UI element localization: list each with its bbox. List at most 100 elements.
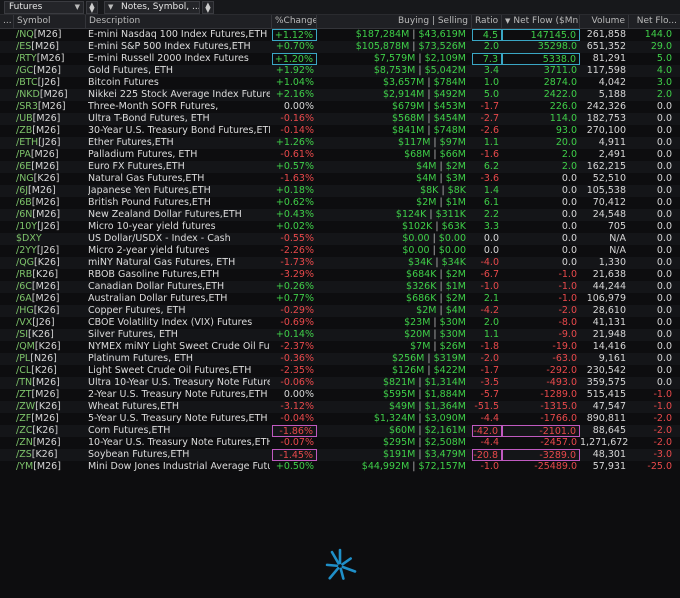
buying-value: $126M — [392, 365, 425, 376]
header-volume[interactable]: Volume — [580, 15, 629, 28]
selling-value: $0.00 — [438, 245, 466, 256]
notes-symbol-field[interactable]: ▼ Notes, Symbol, ... — [104, 1, 200, 14]
symbol-cell[interactable]: /ZC[K26] — [16, 425, 86, 437]
symbol-cell[interactable]: /ZT[M26] — [16, 389, 86, 401]
buying-selling-cell: $2,914M | $492M — [317, 89, 472, 101]
symbol-cell[interactable]: /GC[M26] — [16, 65, 86, 77]
contract-code: [M26] — [33, 65, 61, 76]
table-row[interactable]: /6E[M26] Euro FX Futures,ETH +0.57% $4M | $… — [0, 161, 680, 173]
table-row[interactable]: /ZS[K26] Soybean Futures,ETH -1.45% $191M |… — [0, 449, 680, 461]
separator: | — [415, 449, 425, 460]
table-row[interactable]: /NQ[M26] E-mini Nasdaq 100 Index Futures,… — [0, 29, 680, 41]
table-row[interactable]: /ZT[M26] 2-Year U.S. Treasury Note Future… — [0, 389, 680, 401]
symbol-cell[interactable]: /ZB[M26] — [16, 125, 86, 137]
symbol-cell[interactable]: $DXY — [16, 233, 86, 245]
header-buying-selling[interactable]: Buying | Selling — [317, 15, 472, 28]
table-row[interactable]: /RB[K26] RBOB Gasoline Futures,ETH -3.29% $… — [0, 269, 680, 281]
table-row[interactable]: /PL[N26] Platinum Futures, ETH -0.36% $256M… — [0, 353, 680, 365]
header-net-flow-short[interactable]: Net Flo... — [629, 15, 680, 28]
selling-value: $2,109M — [424, 53, 466, 64]
column-menu[interactable]: ... — [0, 15, 14, 28]
symbol-cell[interactable]: /6J[M26] — [16, 185, 86, 197]
symbol-cell[interactable]: /UB[M26] — [16, 113, 86, 125]
symbol-cell[interactable]: /RTY[M26] — [16, 53, 86, 65]
header-symbol[interactable]: Symbol — [14, 15, 86, 28]
symbol-cell[interactable]: /CL[K26] — [16, 365, 86, 377]
table-row[interactable]: /2YY[J26] Micro 2-year yield futures -2.26… — [0, 245, 680, 257]
symbol-cell[interactable]: /ZW[K26] — [16, 401, 86, 413]
symbol-cell[interactable]: /6N[M26] — [16, 209, 86, 221]
table-row[interactable]: /YM[M26] Mini Dow Jones Industrial Averag… — [0, 461, 680, 473]
table-row[interactable]: /TN[M26] Ultra 10-Year U.S. Treasury Note… — [0, 377, 680, 389]
table-row[interactable]: /HG[K26] Copper Futures, ETH -0.29% $2M | $… — [0, 305, 680, 317]
separator: | — [424, 125, 434, 136]
symbol-cell[interactable]: /ZS[K26] — [16, 449, 86, 461]
table-row[interactable]: /NG[K26] Natural Gas Futures,ETH -1.63% $4M… — [0, 173, 680, 185]
symbol-cell[interactable]: /QM[K26] — [16, 341, 86, 353]
table-row[interactable]: /VX[J26] CBOE Volatility Index (VIX) Futu… — [0, 317, 680, 329]
table-row[interactable]: /ZC[K26] Corn Futures,ETH -1.86% $60M | $2,… — [0, 425, 680, 437]
symbol-cell[interactable]: /ZF[M26] — [16, 413, 86, 425]
symbol-cell[interactable]: /QG[K26] — [16, 257, 86, 269]
table-row[interactable]: /6C[M26] Canadian Dollar Futures,ETH +0.26… — [0, 281, 680, 293]
table-row[interactable]: /6N[M26] New Zealand Dollar Futures,ETH +0… — [0, 209, 680, 221]
watchlist-select[interactable]: Futures ▼ — [4, 1, 84, 14]
header-pct-change[interactable]: %Change — [272, 15, 317, 28]
symbol-cell[interactable]: /YM[M26] — [16, 461, 86, 473]
symbol-cell[interactable]: /SI[K26] — [16, 329, 86, 341]
table-row[interactable]: /6A[M26] Australian Dollar Futures,ETH +0.… — [0, 293, 680, 305]
contract-code: [K26] — [34, 341, 61, 352]
table-row[interactable]: $DXY US Dollar/USDX - Index - Cash -0.55% $… — [0, 233, 680, 245]
symbol-cell[interactable]: /NKD[M26] — [16, 89, 86, 101]
table-row[interactable]: /CL[K26] Light Sweet Crude Oil Futures,ET… — [0, 365, 680, 377]
table-row[interactable]: /PA[M26] Palladium Futures, ETH -0.61% $68M… — [0, 149, 680, 161]
buying-selling-cell: $105,878M | $73,526M — [317, 41, 472, 53]
symbol-cell[interactable]: /PL[N26] — [16, 353, 86, 365]
notes-stepper[interactable]: ▲ ▼ — [202, 1, 214, 14]
symbol-cell[interactable]: /PA[M26] — [16, 149, 86, 161]
symbol-cell[interactable]: /6C[M26] — [16, 281, 86, 293]
symbol-cell[interactable]: /VX[J26] — [16, 317, 86, 329]
symbol-cell[interactable]: /10Y[J26] — [16, 221, 86, 233]
watchlist-stepper[interactable]: ▲ ▼ — [86, 1, 98, 14]
table-row[interactable]: /BTC[J26] Bitcoin Futures +1.04% $3,657M | … — [0, 77, 680, 89]
symbol-cell[interactable]: /ES[M26] — [16, 41, 86, 53]
table-row[interactable]: /QG[K26] miNY Natural Gas Futures, ETH -1.… — [0, 257, 680, 269]
symbol-cell[interactable]: /2YY[J26] — [16, 245, 86, 257]
table-row[interactable]: /ZN[M26] 10-Year U.S. Treasury Note Futur… — [0, 437, 680, 449]
table-row[interactable]: /SI[K26] Silver Futures, ETH +0.14% $20M | … — [0, 329, 680, 341]
pct-change-cell: +1.12% — [272, 29, 317, 41]
table-row[interactable]: /UB[M26] Ultra T-Bond Futures, ETH -0.16% $… — [0, 113, 680, 125]
header-description[interactable]: Description — [86, 15, 272, 28]
table-row[interactable]: /GC[M26] Gold Futures, ETH +1.92% $8,753M |… — [0, 65, 680, 77]
symbol-cell[interactable]: /ETH[J26] — [16, 137, 86, 149]
header-ratio[interactable]: Ratio — [472, 15, 502, 28]
symbol-cell[interactable]: /BTC[J26] — [16, 77, 86, 89]
table-row[interactable]: /ZW[K26] Wheat Futures,ETH -3.12% $49M | $1… — [0, 401, 680, 413]
table-row[interactable]: /SR3[M26] Three-Month SOFR Futures, 0.00% $… — [0, 101, 680, 113]
symbol-cell[interactable]: /6A[M26] — [16, 293, 86, 305]
table-row[interactable]: /6B[M26] British Pound Futures,ETH +0.62% $… — [0, 197, 680, 209]
table-row[interactable]: /ZB[M26] 30-Year U.S. Treasury Bond Futur… — [0, 125, 680, 137]
table-row[interactable]: /NKD[M26] Nikkei 225 Stock Average Index … — [0, 89, 680, 101]
table-row[interactable]: /QM[K26] NYMEX miNY Light Sweet Crude Oil… — [0, 341, 680, 353]
table-row[interactable]: /RTY[M26] E-mini Russell 2000 Index Futur… — [0, 53, 680, 65]
buying-selling-cell: $126M | $422M — [317, 365, 472, 377]
header-net-flow[interactable]: ▼ Net Flow ($Mn) — [502, 15, 580, 28]
symbol-cell[interactable]: /6B[M26] — [16, 197, 86, 209]
table-row[interactable]: /ES[M26] E-mini S&P 500 Index Futures,ETH… — [0, 41, 680, 53]
symbol-cell[interactable]: /SR3[M26] — [16, 101, 86, 113]
net-flow-short-cell: 0.0 — [656, 197, 672, 208]
symbol-cell[interactable]: /HG[K26] — [16, 305, 86, 317]
symbol-cell[interactable]: /TN[M26] — [16, 377, 86, 389]
symbol-cell[interactable]: /RB[K26] — [16, 269, 86, 281]
table-row[interactable]: /6J[M26] Japanese Yen Futures,ETH +0.18% $8… — [0, 185, 680, 197]
symbol-cell[interactable]: /NQ[M26] — [16, 29, 86, 41]
symbol-cell[interactable]: /NG[K26] — [16, 173, 86, 185]
symbol-cell[interactable]: /ZN[M26] — [16, 437, 86, 449]
table-row[interactable]: /ETH[J26] Ether Futures,ETH +1.26% $117M | … — [0, 137, 680, 149]
table-row[interactable]: /ZF[M26] 5-Year U.S. Treasury Note Future… — [0, 413, 680, 425]
symbol-cell[interactable]: /6E[M26] — [16, 161, 86, 173]
table-row[interactable]: /10Y[J26] Micro 10-year yield futures +0.0… — [0, 221, 680, 233]
net-flow-short-cell: 0.0 — [656, 281, 672, 292]
